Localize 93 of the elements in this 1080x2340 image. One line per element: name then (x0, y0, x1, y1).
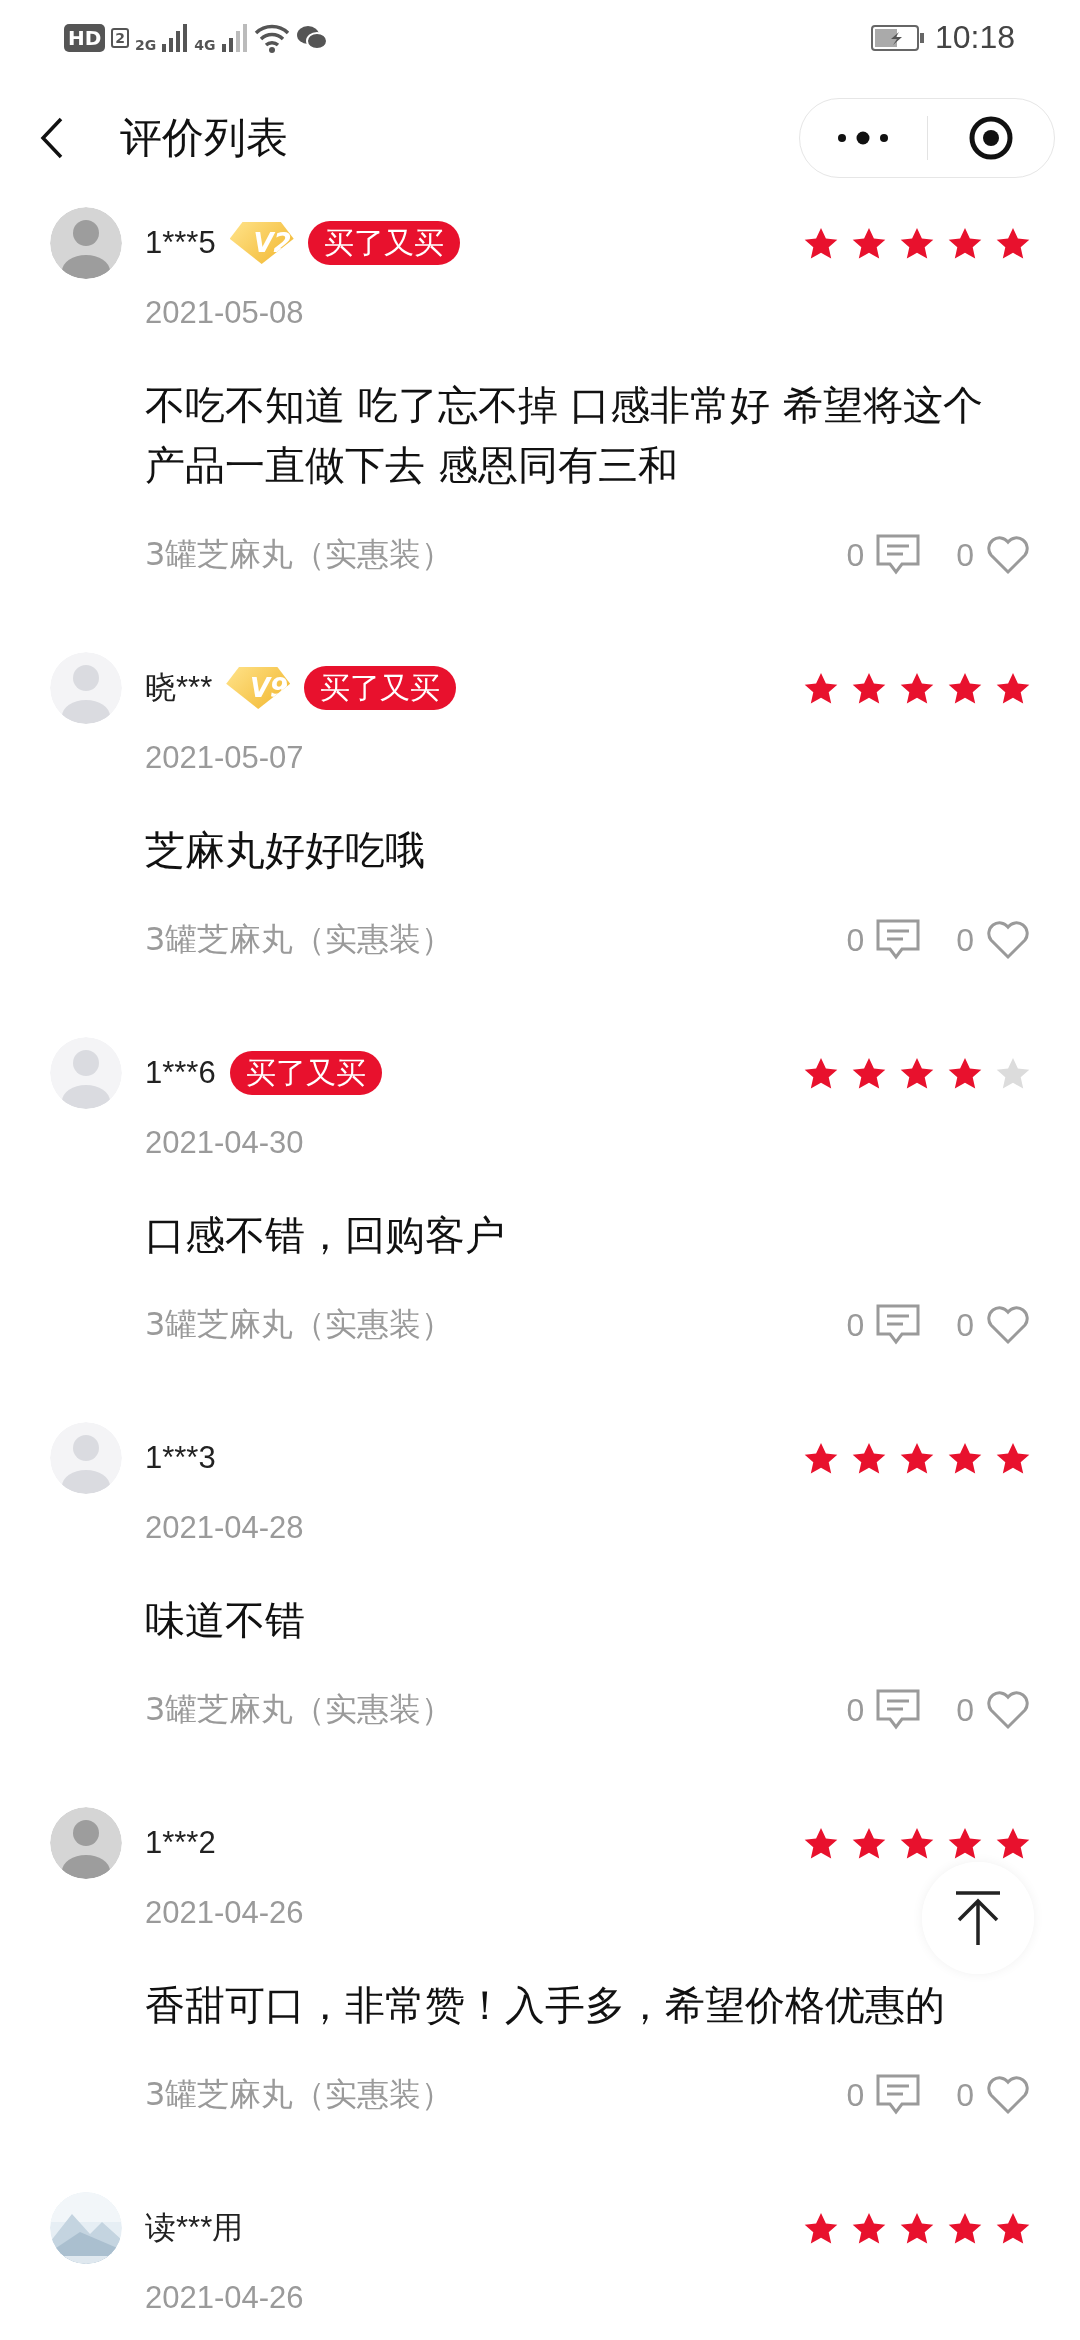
star-icon (852, 1441, 886, 1475)
avatar-icon (50, 1807, 122, 1879)
heart-icon[interactable] (986, 1305, 1030, 1345)
avatar-icon (50, 207, 122, 279)
page-title: 评价列表 (120, 111, 289, 164)
star-icon (804, 2211, 838, 2245)
avatar-icon (50, 1422, 122, 1494)
product-variant: 3罐芝麻丸（实惠装） (145, 1304, 455, 1345)
like-count: 0 (956, 2076, 974, 2114)
like-count: 0 (956, 1691, 974, 1729)
product-variant: 3罐芝麻丸（实惠装） (145, 919, 455, 960)
review-text: 芝麻丸好好吃哦 (145, 826, 426, 875)
star-icon (996, 1441, 1030, 1475)
star-icon (852, 1056, 886, 1090)
star-icon (804, 1441, 838, 1475)
user-name: 1***3 (145, 1440, 216, 1476)
heart-icon[interactable] (986, 535, 1030, 575)
star-icon (948, 1826, 982, 1860)
like-count: 0 (956, 921, 974, 959)
comment-icon[interactable] (876, 1689, 921, 1731)
signal-icon (221, 23, 248, 52)
star-icon (948, 2211, 982, 2245)
star-icon (996, 1826, 1030, 1860)
review-text: 不吃不知道 吃了忘不掉 口感非常好 希望将这个产品一直做下去 感恩同有三和 (145, 381, 985, 490)
comment-icon[interactable] (876, 2074, 921, 2116)
comment-count: 0 (846, 2076, 865, 2114)
like-count: 0 (956, 1306, 974, 1344)
hd-indicator: HD (64, 23, 106, 52)
review-date: 2021-04-26 (145, 1894, 304, 1932)
star-icon (948, 671, 982, 705)
network-label: 4G (194, 36, 216, 53)
star-icon (804, 1826, 838, 1860)
heart-icon[interactable] (986, 920, 1030, 960)
heart-icon[interactable] (986, 1690, 1030, 1730)
star-icon (804, 226, 838, 260)
network-label: 2G (135, 36, 157, 53)
battery-icon (870, 24, 925, 51)
more-icon (836, 130, 891, 145)
star-icon (996, 671, 1030, 705)
avatar-icon (50, 652, 122, 724)
review-date: 2021-05-07 (145, 739, 304, 777)
star-icon (852, 1826, 886, 1860)
user-name: 读***用 (145, 2209, 244, 2247)
review-date: 2021-04-28 (145, 1509, 304, 1547)
comment-icon[interactable] (876, 1304, 921, 1346)
star-icon (996, 226, 1030, 260)
comment-icon[interactable] (876, 534, 921, 576)
star-icon (996, 1056, 1030, 1090)
star-icon (900, 2211, 934, 2245)
star-icon (804, 1056, 838, 1090)
star-icon (804, 671, 838, 705)
review-text: 口感不错，回购客户 (145, 1211, 506, 1260)
comment-icon[interactable] (876, 919, 921, 961)
comment-count: 0 (846, 921, 865, 959)
star-icon (852, 226, 886, 260)
star-icon (948, 1441, 982, 1475)
star-icon (900, 1441, 934, 1475)
user-name: 1***2 (145, 1825, 216, 1861)
avatar-icon (50, 1037, 122, 1109)
like-count: 0 (956, 536, 974, 574)
star-icon (948, 1056, 982, 1090)
star-icon (900, 1826, 934, 1860)
arrow-up-icon (954, 1890, 1002, 1946)
user-name: 1***5 (145, 225, 216, 261)
review-date: 2021-05-08 (145, 294, 304, 332)
product-variant: 3罐芝麻丸（实惠装） (145, 1689, 455, 1730)
star-icon (852, 671, 886, 705)
heart-icon[interactable] (986, 2075, 1030, 2115)
comment-count: 0 (846, 1691, 865, 1729)
comment-count: 0 (846, 1306, 865, 1344)
star-icon (852, 2211, 886, 2245)
comment-count: 0 (846, 536, 865, 574)
product-variant: 3罐芝麻丸（实惠装） (145, 2074, 455, 2115)
star-icon (900, 671, 934, 705)
star-icon (900, 1056, 934, 1090)
product-variant: 3罐芝麻丸（实惠装） (145, 534, 455, 575)
review-text: 香甜可口，非常赞！入手多，希望价格优惠的 (145, 1981, 946, 2030)
star-icon (948, 226, 982, 260)
repurchase-tag: 买了又买 (307, 221, 460, 265)
user-name: 晓*** (145, 669, 213, 707)
clock-time: 10:18 (934, 19, 1015, 56)
repurchase-tag: 买了又买 (304, 666, 457, 710)
repurchase-tag: 买了又买 (229, 1051, 382, 1095)
star-icon (996, 2211, 1030, 2245)
close-icon (967, 114, 1014, 161)
star-icon (900, 226, 934, 260)
signal-icon (162, 23, 189, 52)
wifi-icon (253, 22, 290, 53)
review-date: 2021-04-30 (145, 1124, 304, 1162)
sim-number: 2 (111, 27, 130, 48)
review-text: 味道不错 (145, 1596, 306, 1645)
user-name: 1***6 (145, 1055, 216, 1091)
review-date: 2021-04-26 (145, 2279, 304, 2317)
